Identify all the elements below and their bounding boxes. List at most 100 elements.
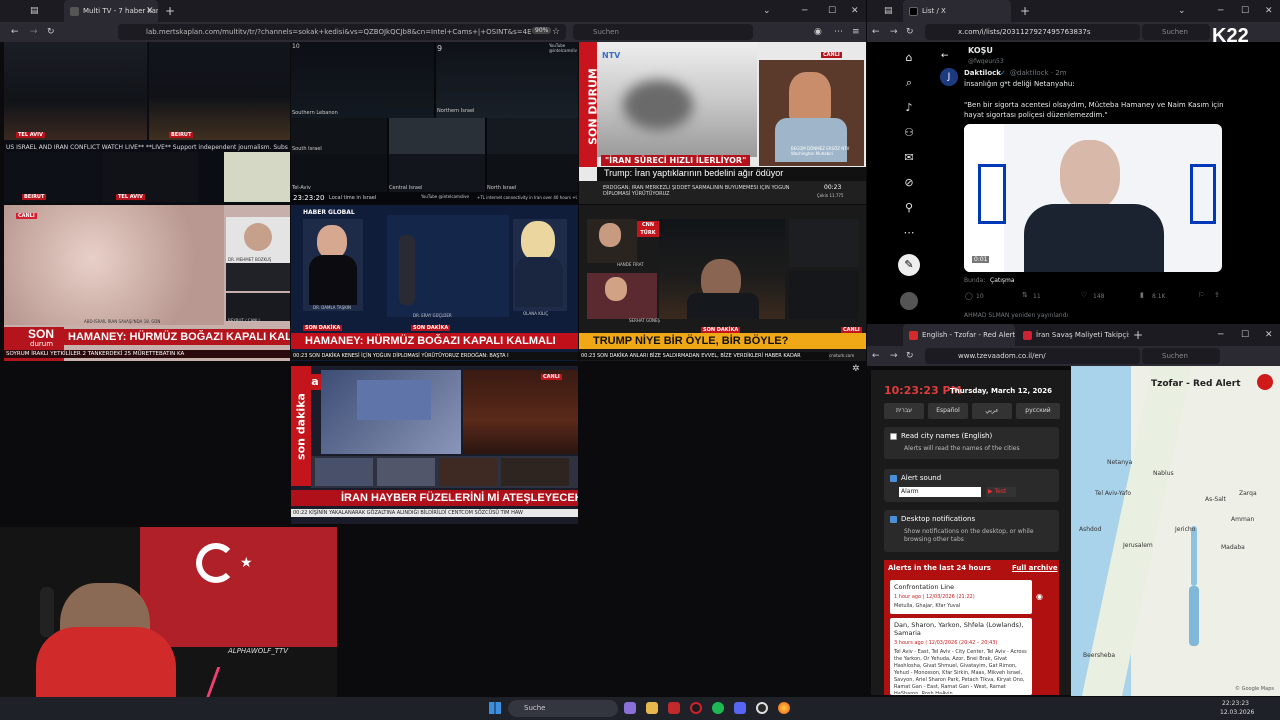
menu-icon[interactable]: ≡	[852, 21, 860, 43]
tab-iran-cost[interactable]: İran Savaş Maliyeti Takipçisi - A	[1017, 324, 1129, 346]
x-tab-list-icon[interactable]: ▤	[884, 0, 893, 22]
tile-haber-global[interactable]: HABER GLOBAL DR. DAMLA TAŞKIN DR. ERAY G…	[291, 205, 578, 361]
map-credit: © Google Maps	[1235, 686, 1274, 692]
x-repost-icon[interactable]: ⇅	[1022, 291, 1028, 299]
close-window-icon[interactable]: ✕	[851, 0, 859, 22]
x-author-avatar[interactable]: J	[940, 68, 958, 86]
url-bar[interactable]: lab.mertskaplan.com/multitv/tr/?channels…	[118, 24, 566, 40]
x-minimize-icon[interactable]: ─	[1218, 0, 1223, 22]
back-icon[interactable]: ←	[11, 21, 19, 43]
central-israel-label: Central Israel	[389, 185, 423, 191]
spotify-icon[interactable]	[712, 702, 724, 714]
bookmark-star-icon[interactable]: ☆	[552, 21, 560, 43]
tz-alert-sound-checkbox[interactable]	[890, 475, 897, 482]
tz-lang-he[interactable]: עברית	[884, 403, 924, 419]
file-explorer-icon[interactable]	[646, 702, 658, 714]
minimize-icon[interactable]: ─	[802, 0, 807, 22]
x-avatar[interactable]	[900, 292, 918, 310]
x-list-back-icon[interactable]: ←	[941, 45, 949, 67]
x-like-icon[interactable]: ♡	[1081, 291, 1087, 299]
cnn-turk-logo: CNN TÜRK	[637, 221, 659, 237]
tz-minimize-icon[interactable]: ─	[1218, 324, 1223, 346]
account-icon[interactable]: ◉	[814, 21, 822, 43]
reload-icon[interactable]: ↻	[47, 21, 55, 43]
tz-reload-icon[interactable]: ↻	[906, 345, 914, 367]
firefox-icon[interactable]	[778, 702, 790, 714]
obs-icon[interactable]	[756, 702, 768, 714]
x-back-icon[interactable]: ←	[872, 21, 880, 43]
tz-close-icon[interactable]: ✕	[1265, 324, 1273, 346]
x-grok-icon[interactable]: ⊘	[900, 174, 918, 192]
tab-x-list[interactable]: List / X	[903, 0, 1011, 22]
x-home-icon[interactable]: ⌂	[900, 49, 918, 67]
map-city-ashdod: Ashdod	[1079, 526, 1102, 533]
x-messages-icon[interactable]: ✉	[900, 149, 918, 167]
x-views-icon[interactable]: ▮	[1140, 291, 1144, 299]
tz-alert1-sound-icon[interactable]: ◉	[1036, 592, 1043, 601]
x-url-bar[interactable]: x.com/i/lists/2031127927495763837s	[925, 24, 1140, 40]
tz-lang-ar[interactable]: عربي	[972, 403, 1012, 419]
yt-label: YouTube @intelcamslive	[549, 43, 577, 53]
tz-sound-select[interactable]: Alarm	[899, 487, 981, 497]
tile-ntv[interactable]: SON DURUM NTV CANLI BEGÜM DÖNMEZ ERSÖZ N…	[579, 42, 866, 204]
tz-test-button[interactable]: ▶ Test	[986, 487, 1016, 497]
label-beirut-2: BEIRUT	[22, 194, 47, 200]
task-view-icon[interactable]	[624, 702, 636, 714]
tz-forward-icon[interactable]: →	[890, 345, 898, 367]
x-more-icon[interactable]: ⋯	[900, 224, 918, 242]
maximize-icon[interactable]: ☐	[828, 0, 836, 22]
x-explore-icon[interactable]: ⌕	[900, 74, 918, 92]
tile-webcams-1[interactable]: TEL AVIV BEIRUT US ISRAEL AND IRAN CONFL…	[4, 42, 290, 204]
tz-search-box[interactable]: Suchen	[1142, 348, 1220, 364]
x-author-name[interactable]: Daktilock	[964, 69, 1001, 77]
x-reply-icon[interactable]: ◯	[965, 292, 973, 300]
tz-read-names-checkbox[interactable]	[890, 433, 897, 440]
taskbar-search[interactable]: Suche	[508, 700, 618, 717]
x-share-icon[interactable]: ⇪	[1214, 291, 1220, 299]
tab-list-icon[interactable]: ▤	[30, 0, 39, 22]
windows-start-icon[interactable]	[489, 702, 501, 714]
x-bookmark-icon[interactable]: ⚐	[1198, 291, 1204, 299]
page-settings-icon[interactable]: ✲	[852, 364, 860, 374]
tz-maximize-icon[interactable]: ☐	[1241, 324, 1249, 346]
x-post-line1: İnsanlığın g*t deliği Netanyahu:	[964, 80, 1075, 88]
tz-back-icon[interactable]: ←	[872, 345, 880, 367]
tile-intelcams[interactable]: 10 9 YouTube @intelcamslive Northern Isr…	[291, 42, 578, 204]
tz-lang-ru[interactable]: русский	[1016, 403, 1060, 419]
tile-a-haber[interactable]: son dakika a CANLI İRAN HAYBER FÜZELERİN…	[291, 366, 578, 524]
tz-alert2-places: Tel Aviv - East, Tel Aviv - City Center,…	[894, 649, 1027, 694]
tile-son-durum[interactable]: CANLI DR. MEHMET BOZKUŞ BEYRUT / CANLI A…	[4, 205, 290, 361]
tab-tzofar[interactable]: English - Tzofar - Red Alert	[903, 324, 1015, 346]
x-search-box[interactable]: Suchen	[1142, 24, 1210, 40]
x-profile-icon[interactable]: ⚲	[900, 199, 918, 217]
x-forward-icon[interactable]: →	[890, 21, 898, 43]
tab-dropdown-icon[interactable]: ⌄	[763, 0, 771, 22]
x-new-tab-icon[interactable]: +	[1020, 0, 1030, 22]
x-reload-icon[interactable]: ↻	[906, 21, 914, 43]
tz-url-bar[interactable]: www.tzevaadom.co.il/en/	[925, 348, 1140, 364]
extensions-icon[interactable]: ⋯	[834, 21, 843, 43]
zoom-badge[interactable]: 90%	[532, 27, 552, 34]
search-box[interactable]: Suchen	[573, 24, 753, 40]
app-red-icon[interactable]	[668, 702, 680, 714]
x-maximize-icon[interactable]: ☐	[1241, 0, 1249, 22]
x-video[interactable]: 0:01	[964, 124, 1222, 272]
tz-lang-es[interactable]: Español	[928, 403, 968, 419]
tile-cnn-turk[interactable]: HANDE FIRAT SERHAT GÜNEŞ CNN TÜRK CANLI …	[579, 205, 866, 361]
tz-full-archive-link[interactable]: Full archive	[1012, 564, 1058, 572]
x-source[interactable]: Çatışma	[990, 277, 1015, 284]
tab-close-icon[interactable]: ✕	[146, 0, 154, 22]
tz-new-tab-icon[interactable]: +	[1133, 324, 1143, 346]
x-post-button[interactable]: ✎	[898, 254, 920, 276]
new-tab-icon[interactable]: +	[165, 0, 175, 22]
x-close-icon[interactable]: ✕	[1265, 0, 1273, 22]
forward-icon[interactable]: →	[30, 21, 38, 43]
tz-map[interactable]: Tzofar - Red Alert Netanya Tel Aviv-Yafo…	[1071, 366, 1280, 696]
x-notifications-icon[interactable]: ♪	[900, 99, 918, 117]
opera-icon[interactable]	[690, 702, 702, 714]
x-follow-icon[interactable]: ⚇	[900, 124, 918, 142]
tab-multi-tv[interactable]: Multi TV - 7 haber kanalı	[64, 0, 158, 22]
x-dropdown-icon[interactable]: ⌄	[1178, 0, 1186, 22]
discord-icon[interactable]	[734, 702, 746, 714]
tz-desktop-checkbox[interactable]	[890, 516, 897, 523]
